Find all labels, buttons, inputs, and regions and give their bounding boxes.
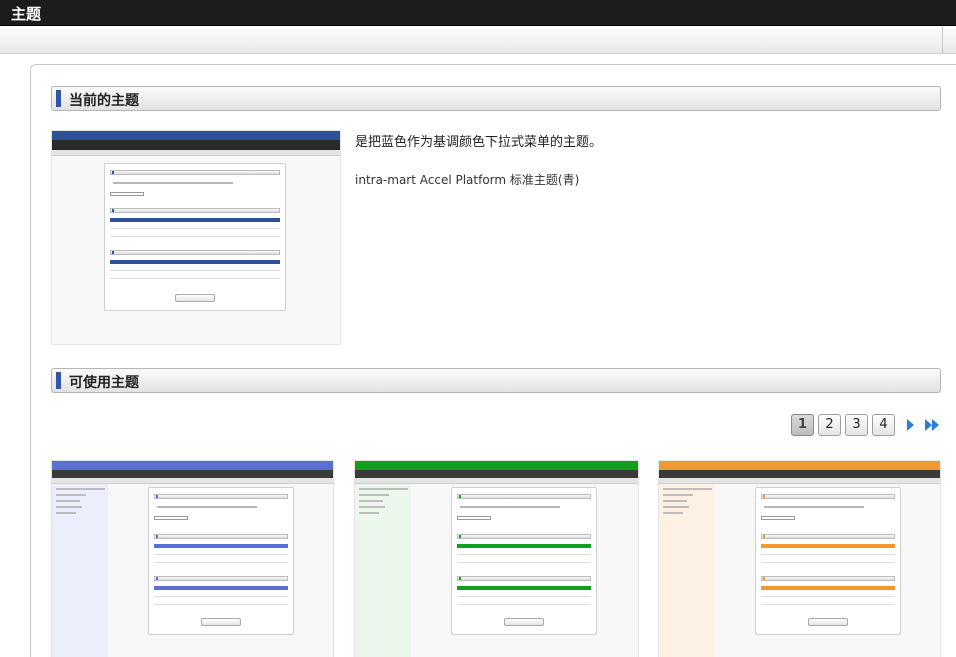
section-available-themes: 可使用主题 xyxy=(51,368,941,393)
preview-table-header xyxy=(110,218,280,222)
preview-card xyxy=(451,487,597,635)
preview-table-header xyxy=(457,586,591,590)
preview-header xyxy=(52,461,333,470)
preview-row xyxy=(457,558,591,563)
preview-line xyxy=(460,506,560,508)
preview-row xyxy=(457,550,591,555)
double-chevron-right-icon[interactable] xyxy=(924,418,940,432)
preview-row xyxy=(154,558,288,563)
preview-sec xyxy=(110,170,280,175)
section-title: 当前的主题 xyxy=(69,93,139,109)
preview-row xyxy=(110,266,280,271)
preview-button xyxy=(504,618,544,626)
preview-row xyxy=(110,224,280,229)
preview-table-header xyxy=(761,544,895,548)
preview-sec xyxy=(154,534,288,539)
preview-select xyxy=(761,516,795,520)
current-theme-preview xyxy=(51,130,341,345)
section-accent-bar xyxy=(56,90,61,107)
preview-button xyxy=(808,618,848,626)
preview-title-bar xyxy=(52,470,333,478)
preview-row xyxy=(761,592,895,597)
current-theme-description: 是把蓝色作为基调颜色下拉式菜单的主题。 xyxy=(355,135,603,150)
preview-row xyxy=(154,550,288,555)
theme-thumbnail-green[interactable] xyxy=(354,460,639,657)
preview-sec xyxy=(110,208,280,213)
preview-line xyxy=(764,506,864,508)
preview-row xyxy=(154,600,288,605)
section-accent-bar xyxy=(56,372,61,389)
preview-select xyxy=(110,192,144,196)
preview-sec xyxy=(154,576,288,581)
preview-row xyxy=(761,600,895,605)
preview-row xyxy=(154,592,288,597)
preview-line xyxy=(113,182,233,184)
section-current-theme: 当前的主题 xyxy=(51,86,941,111)
preview-line xyxy=(157,506,257,508)
preview-table-header xyxy=(154,586,288,590)
preview-card xyxy=(104,163,286,311)
preview-select xyxy=(154,516,188,520)
preview-sec xyxy=(761,494,895,499)
preview-row xyxy=(761,558,895,563)
page-button-3[interactable]: 3 xyxy=(845,414,868,436)
preview-sec xyxy=(154,494,288,499)
toolbar-divider xyxy=(942,26,943,54)
preview-row xyxy=(457,600,591,605)
preview-card xyxy=(148,487,294,635)
preview-sec xyxy=(457,534,591,539)
preview-title-bar xyxy=(355,470,638,478)
preview-table-header xyxy=(457,544,591,548)
preview-sec xyxy=(457,494,591,499)
preview-sec xyxy=(761,576,895,581)
preview-sec xyxy=(110,250,280,255)
preview-title-bar xyxy=(52,140,340,150)
page-button-2[interactable]: 2 xyxy=(818,414,841,436)
chevron-right-icon[interactable] xyxy=(905,418,915,432)
toolbar xyxy=(0,26,956,54)
preview-sidebar xyxy=(52,484,108,657)
section-title: 可使用主题 xyxy=(69,375,139,391)
preview-button xyxy=(201,618,241,626)
preview-header xyxy=(659,461,940,470)
preview-sidebar xyxy=(659,484,715,657)
preview-table-header xyxy=(154,544,288,548)
preview-sec xyxy=(457,576,591,581)
preview-row xyxy=(761,550,895,555)
preview-subbar xyxy=(52,150,340,156)
preview-row xyxy=(110,274,280,279)
preview-header xyxy=(52,131,340,140)
preview-card xyxy=(755,487,901,635)
preview-row xyxy=(110,232,280,237)
current-theme-name: intra-mart Accel Platform 标准主题(青) xyxy=(355,173,580,187)
page-button-4[interactable]: 4 xyxy=(872,414,895,436)
preview-row xyxy=(457,592,591,597)
preview-title-bar xyxy=(659,470,940,478)
preview-table-header xyxy=(110,260,280,264)
page-button-1[interactable]: 1 xyxy=(791,414,814,436)
app-header: 主题 xyxy=(0,0,956,26)
theme-thumbnail-blue[interactable] xyxy=(51,460,334,657)
preview-header xyxy=(355,461,638,470)
page-title: 主题 xyxy=(11,5,42,23)
preview-sec xyxy=(761,534,895,539)
preview-select xyxy=(457,516,491,520)
theme-thumbnail-orange[interactable] xyxy=(658,460,941,657)
preview-table-header xyxy=(761,586,895,590)
preview-sidebar xyxy=(355,484,411,657)
preview-button xyxy=(175,294,215,302)
